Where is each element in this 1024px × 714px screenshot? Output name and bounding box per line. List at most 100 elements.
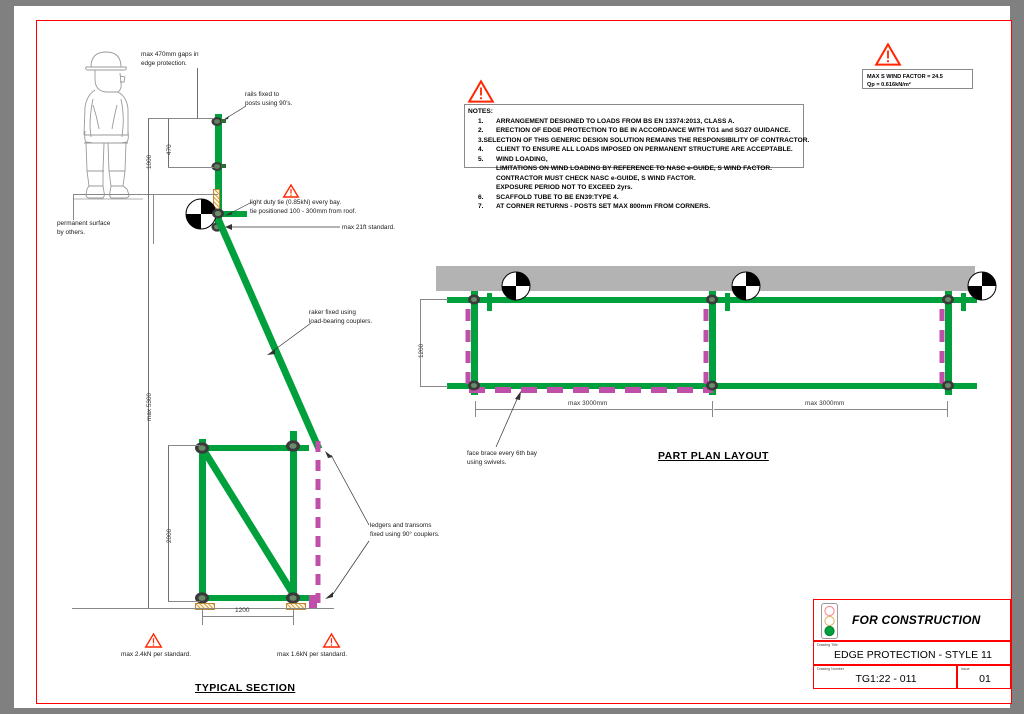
leader-ledgers-upper [323,451,371,527]
note-item: 2. ERECTION OF EDGE PROTECTION TO BE IN A… [468,126,800,136]
dim-470-line [168,118,169,168]
note-num: 6. [478,193,484,201]
dim-label-470: 470 [166,144,173,155]
dim-label-2000: 2000 [166,528,173,543]
notes-heading: NOTES: [468,108,493,115]
dim-1000-ext-top [148,118,170,119]
plan-dim-bay-right-ext [947,401,948,417]
annotation-load-left: max 2.4kN per standard. [121,651,191,658]
warning-triangle-left-load [144,632,163,648]
note-item: 6. SCAFFOLD TUBE TO BE EN39:TYPE 4. [468,193,800,203]
note-num [468,183,496,193]
warning-triangle-tie [282,183,300,198]
plan-dim-1200-ext-bot [420,386,448,387]
dim-470-ext-top [168,118,214,119]
plan-coupler-3b [940,379,958,392]
note-text: SELECTION OF THIS GENERIC DESIGN SOLUTIO… [483,136,810,144]
base-plate-right [286,603,306,610]
title-block-issue-cell: Issue 01 [957,665,1011,689]
note-num [468,174,496,184]
warning-triangle-notes [467,79,495,103]
section-view-title: TYPICAL SECTION [195,682,296,694]
dim-2000-ext-bot [168,601,200,602]
note-item: 4. CLIENT TO ENSURE ALL LOADS IMPOSED ON … [468,145,800,155]
plan-dim-label-bay-right: max 3000mm [805,400,845,407]
drawing-number-value: TG1:22 - 011 [855,673,917,685]
coupler-upper-left [193,441,213,455]
plan-node-symbol-2 [731,271,761,301]
leader-surface-left [73,194,74,220]
section-base-brace-marker [309,595,317,608]
note-num: 3. [478,136,484,144]
dim-470-ext-bot [168,167,214,168]
note-text: CLIENT TO ENSURE ALL LOADS IMPOSED ON PE… [496,146,793,154]
dim-2000-ext-top [168,445,200,446]
base-plate-left [195,603,215,610]
coupler-upper-right [284,439,304,453]
plan-dim-bay-right-line [714,409,948,410]
plan-dim-label-1200: 1200 [418,343,425,358]
warning-triangle-wind [874,42,902,66]
leader-surface-right [153,194,154,244]
dim-1200-ext-right [293,609,294,625]
annotation-ledgers-transoms: ledgers and transoms fixed using 90° cou… [370,522,440,538]
dim-label-5300: max 5300 [146,392,153,421]
ground-line [72,608,334,609]
plan-dim-bay-left-ext2 [712,401,713,417]
dim-2000-line [168,445,169,602]
scaffold-diagonal-brace [197,441,307,603]
drawing-title-value: EDGE PROTECTION - STYLE 11 [834,649,992,661]
dim-label-1000: 1000 [146,154,153,169]
dim-1200-ext-left [202,609,203,625]
leader-ledgers-lower [323,539,371,599]
leader-raker [265,321,313,357]
note-text: CONTRACTOR MUST CHECK NASC e-GUIDE, S WI… [496,174,696,182]
note-num: 4. [478,146,484,154]
status-for-construction: FOR CONSTRUCTION [852,613,981,627]
plan-brace-vertical-3 [938,309,946,385]
plan-stub-3 [961,293,966,311]
wind-factor-line2: Qp = 0.616kN/m² [867,81,911,88]
annotation-light-duty-tie: light duty tie (0.85kN) every bay. tie p… [250,199,357,215]
note-num: 7. [478,203,484,211]
warning-triangle-right-load [322,632,341,648]
plan-coupler-2b [704,379,722,392]
worker-silhouette-figure [73,43,143,203]
annotation-max-standard: max 21ft standard. [342,224,395,231]
issue-value: 01 [979,673,991,685]
note-text: WIND LOADING, [496,155,548,163]
dim-label-1200-section: 1200 [235,607,250,614]
title-block-drawing-title-row: Drawing Title EDGE PROTECTION - STYLE 11 [813,641,1011,665]
wind-factor-box: MAX S WIND FACTOR = 24.5 Qp = 0.616kN/m² [862,69,973,89]
plan-node-symbol-3 [967,271,997,301]
wind-factor-line1: MAX S WIND FACTOR = 24.5 [867,73,943,80]
note-item: 1. ARRANGEMENT DESIGNED TO LOADS FROM BS … [468,117,800,127]
note-num: 1. [478,117,484,125]
annotation-face-brace: face brace every 6th bay using swivels. [467,450,537,466]
plan-stub-1 [487,293,492,311]
plan-coupler-2a [704,293,722,306]
note-text: EXPOSURE PERIOD NOT TO EXCEED 2yrs. [496,184,633,192]
leader-gaps [197,68,198,118]
issue-label: Issue [961,667,970,671]
annotation-raker: raker fixed using load-bearing couplers. [309,309,373,325]
title-block-status-row: FOR CONSTRUCTION [813,599,1011,641]
notes-box: NOTES: 1. ARRANGEMENT DESIGNED TO LOADS F… [464,104,809,210]
title-block-drawing-number-cell: Drawing Number TG1:22 - 011 [813,665,957,689]
note-text: ERECTION OF EDGE PROTECTION TO BE IN ACC… [496,127,791,135]
note-num: 5. [478,155,484,163]
note-num [468,164,496,174]
annotation-max-gaps: max 470mm gaps in edge protection. [141,51,199,67]
note-text: LIMITATIONS ON WIND LOADING BY REFERENCE… [496,165,772,173]
drawing-title-label: Drawing Title [817,643,838,647]
plan-dim-1200-ext-top [420,299,448,300]
plan-brace-vertical-2 [702,309,710,385]
drawing-sheet: max 470mm gaps in edge protection. rails… [14,6,1012,708]
note-text: SCAFFOLD TUBE TO BE EN39:TYPE 4. [496,193,619,201]
drawing-number-label: Drawing Number [817,667,844,671]
roof-level-line [73,194,218,195]
leader-tie [225,201,253,217]
plan-coupler-1a [466,293,484,306]
section-hidden-brace-dashed [314,441,322,603]
note-item: EXPOSURE PERIOD NOT TO EXCEED 2yrs. [468,183,800,193]
